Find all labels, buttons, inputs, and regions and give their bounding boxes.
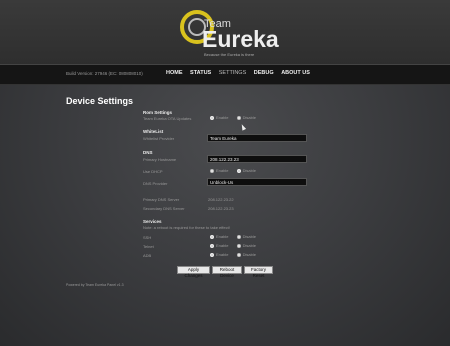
adb-disable-radio[interactable] [236,252,241,257]
telnet-disable-radio[interactable] [236,243,241,248]
dns-provider-select[interactable]: Unblock-Us [207,178,307,186]
telnet-radio-group: Enable Disable [210,243,256,248]
primary-dns-label: Primary DNS Server [143,197,180,202]
ota-updates-label: Team Eureka OTA Updates [143,116,192,121]
services-note: Note: a reboot is required for these to … [143,225,230,230]
use-dhcp-label: Use DHCP [143,169,163,174]
ota-disable-radio[interactable] [236,115,241,120]
nav-debug[interactable]: DEBUG [254,70,274,76]
ssh-enable-label: Enable [216,234,229,239]
ssh-label: SSH [143,235,152,240]
ota-radio-group: Enable Disable [210,115,256,120]
ssh-radio-group: Enable Disable [210,234,256,239]
secondary-dns-value: 208.122.23.23 [208,206,234,211]
dns-hostname-label: Primary Hostname [143,157,177,162]
dns-heading: DNS [143,150,153,155]
logo-name-text: Eureka [202,26,279,52]
telnet-enable-radio[interactable] [210,243,214,248]
footer-text: Powered by Team Eureka Panel v1.3 [66,283,124,287]
dns-hostname-input[interactable]: 208.122.23.23 [207,155,307,163]
reboot-device-button[interactable]: Reboot Device [212,266,242,278]
telnet-enable-label: Enable [216,243,229,248]
dhcp-enable-label: Enable [216,168,229,173]
whitelist-provider-label: Whitelist Provider [143,136,175,141]
adb-radio-group: Enable Disable [210,252,256,257]
adb-enable-radio[interactable] [210,252,214,257]
dhcp-radio-group: Enable Disable [210,168,256,173]
services-heading: Services [143,219,162,224]
logo-tagline: Because the Eureka is there [204,52,255,57]
ota-enable-label: Enable [216,115,229,120]
team-eureka-logo: Team Eureka Because the Eureka is there [178,6,288,57]
adb-enable-label: Enable [216,252,229,257]
apply-changes-button[interactable]: Apply Changes [177,266,210,278]
whitelist-heading: WhiteList [143,129,164,134]
rom-settings-heading: Rom Settings [143,110,173,115]
nav-bar: Build Version: 27946 (EC: 080808010) HOM… [0,64,450,85]
nav-about-us[interactable]: ABOUT US [281,70,310,76]
ssh-enable-radio[interactable] [210,234,214,239]
build-version: Build Version: 27946 (EC: 080808010) [66,71,143,76]
dhcp-enable-radio[interactable] [210,168,214,173]
factory-reset-button[interactable]: Factory Reset [244,266,273,278]
nav-status[interactable]: STATUS [190,70,211,76]
ssh-disable-radio[interactable] [236,234,241,239]
whitelist-provider-select[interactable]: Team Eureka [207,134,307,142]
dhcp-disable-label: Disable [242,168,256,173]
telnet-label: Telnet [143,244,154,249]
telnet-disable-label: Disable [242,243,256,248]
primary-dns-value: 208.122.23.22 [208,197,234,202]
secondary-dns-label: Secondary DNS Server [143,206,185,211]
nav-settings[interactable]: SETTINGS [219,70,247,76]
dhcp-disable-radio[interactable] [236,168,241,173]
header: Team Eureka Because the Eureka is there [0,0,450,66]
ssh-disable-label: Disable [242,234,256,239]
adb-disable-label: Disable [242,252,256,257]
page-title: Device Settings [66,96,134,106]
nav-links: HOME STATUS SETTINGS DEBUG ABOUT US [166,70,316,76]
dns-provider-label: DNS Provider [143,181,168,186]
ota-disable-label: Disable [242,115,256,120]
ota-enable-radio[interactable] [210,115,214,120]
adb-label: ADB [143,253,152,258]
nav-home[interactable]: HOME [166,70,183,76]
